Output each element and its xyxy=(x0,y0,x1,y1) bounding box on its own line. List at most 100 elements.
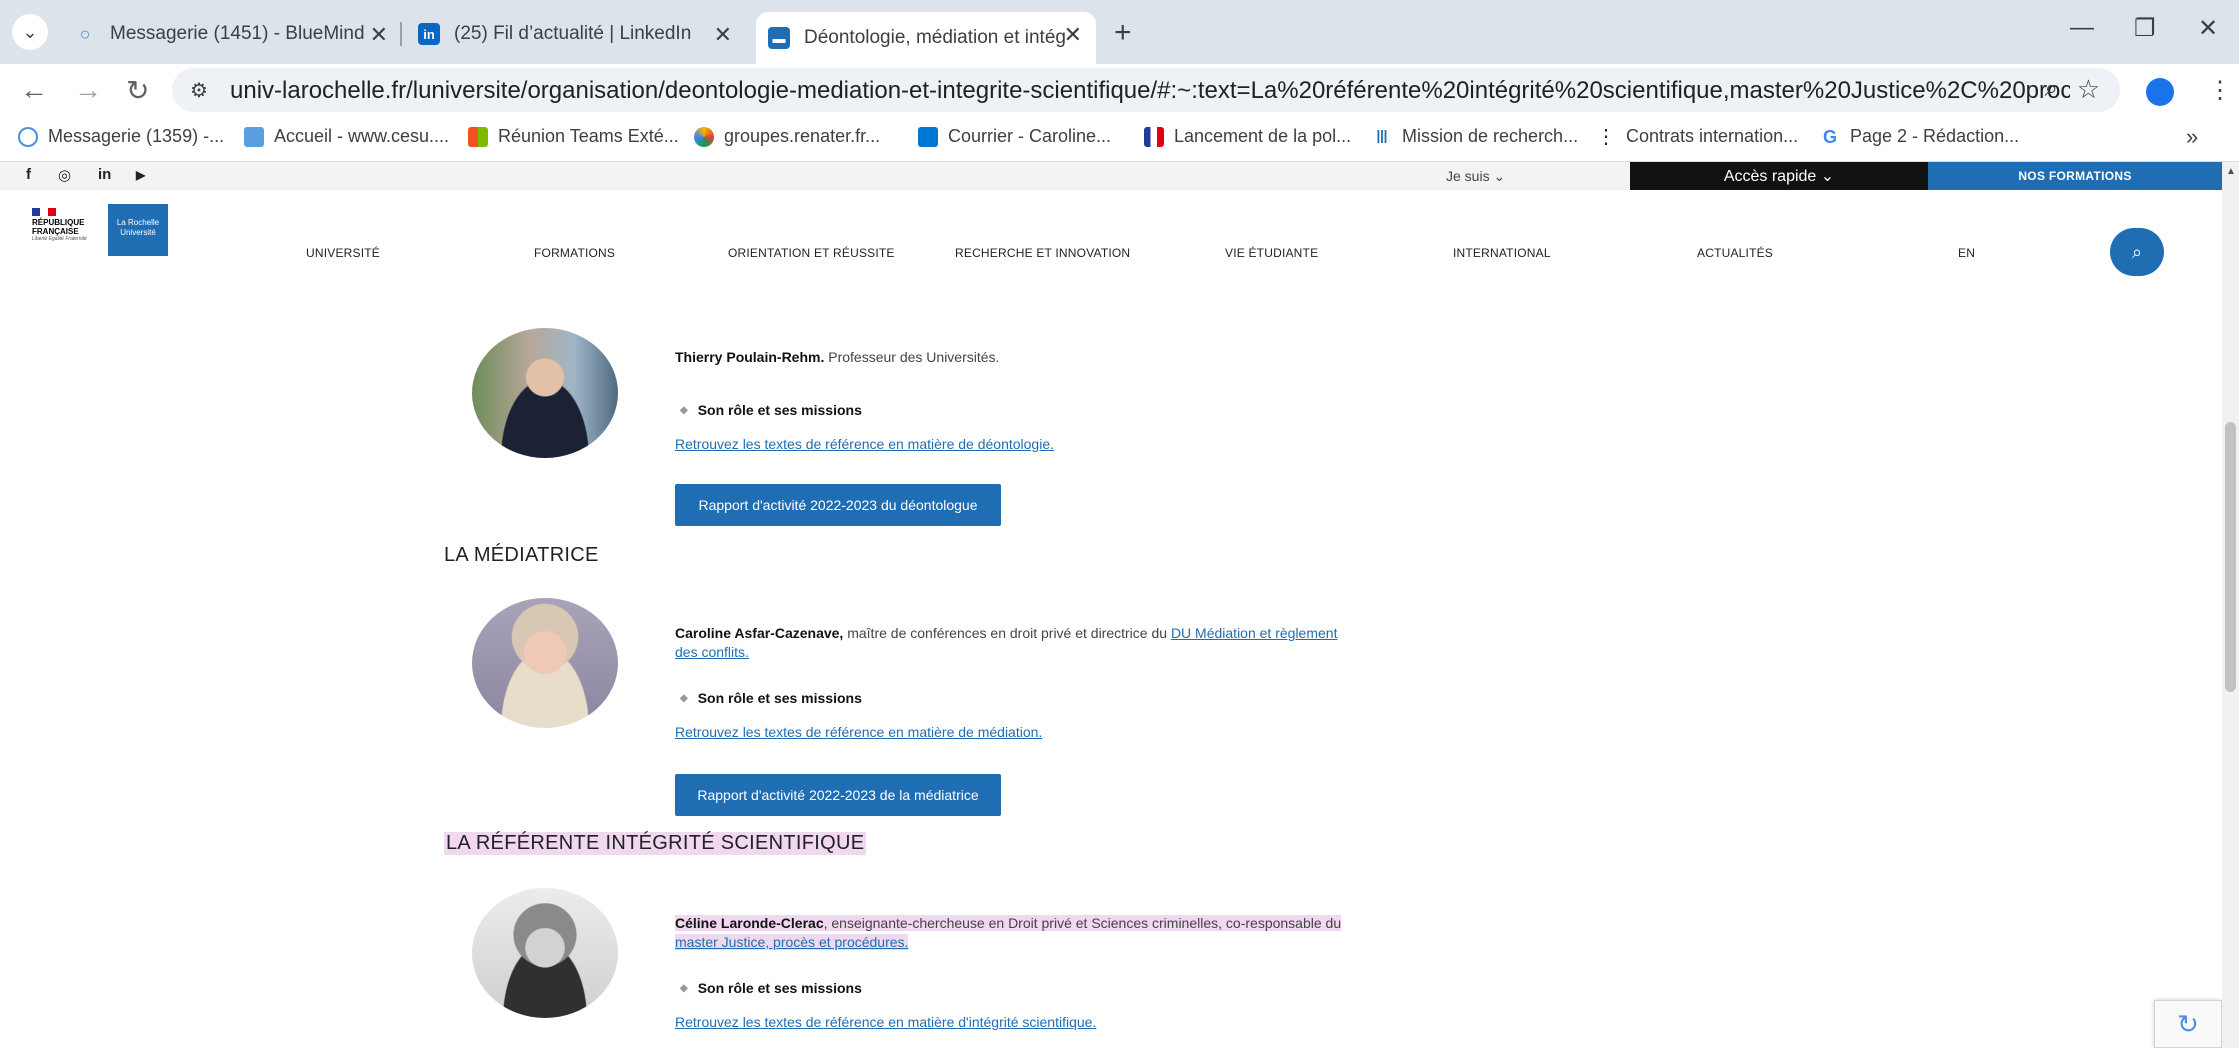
univ-icon: ▬ xyxy=(768,27,790,49)
new-tab-button[interactable]: + xyxy=(1114,16,1132,50)
tab-strip: ⌄ ○ Messagerie (1451) - BlueMind ✕ in (2… xyxy=(0,0,2239,64)
nav-formations[interactable]: FORMATIONS xyxy=(534,246,615,260)
youtube-icon[interactable]: ▶ xyxy=(136,168,145,182)
google-icon: G xyxy=(1822,126,1837,147)
main-navigation: RÉPUBLIQUE FRANÇAISE Liberté Égalité Fra… xyxy=(0,190,2222,278)
site-topbar: f ◎ in ▶ Je suis ⌄ Accès rapide ⌄ NOS FO… xyxy=(0,162,2222,190)
facebook-icon[interactable]: f xyxy=(26,166,31,183)
integrite-ref-link[interactable]: Retrouvez les textes de référence en mat… xyxy=(675,1014,1096,1030)
bookmarks-more-icon[interactable]: » xyxy=(2186,124,2198,150)
web-page: f ◎ in ▶ Je suis ⌄ Accès rapide ⌄ NOS FO… xyxy=(0,162,2222,1048)
photo-caroline-asfar-cazenave xyxy=(472,598,618,728)
tab-search-button[interactable]: ⌄ xyxy=(12,14,48,50)
tab-title: Déontologie, médiation et intég xyxy=(804,27,1066,48)
back-icon[interactable]: ← xyxy=(20,74,48,106)
bookmark-label: Courrier - Caroline... xyxy=(948,126,1112,146)
tab-bluemind[interactable]: ○ Messagerie (1451) - BlueMind ✕ xyxy=(62,12,402,56)
mission-label: Son rôle et ses missions xyxy=(697,980,862,996)
mediatrice-title: maître de conférences en droit privé et … xyxy=(843,625,1171,641)
nav-universite[interactable]: UNIVERSITÉ xyxy=(306,246,380,260)
nav-language-en[interactable]: EN xyxy=(1958,246,1975,260)
search-button[interactable]: ⌕ xyxy=(2110,228,2164,276)
bookmark-item[interactable]: groupes.renater.fr... xyxy=(694,126,880,147)
forward-icon[interactable]: → xyxy=(74,74,102,106)
outlook-icon xyxy=(918,126,938,147)
nos-formations-button[interactable]: NOS FORMATIONS xyxy=(1928,162,2222,190)
diamond-icon: ◆ xyxy=(680,982,688,994)
referente-highlight: Céline Laronde-Clerac, enseignante-cherc… xyxy=(675,915,1342,950)
close-icon[interactable]: ✕ xyxy=(1064,22,1082,48)
nav-recherche[interactable]: RECHERCHE ET INNOVATION xyxy=(955,246,1130,260)
url-text[interactable]: univ-larochelle.fr/luniversite/organisat… xyxy=(230,77,2070,105)
gouv-icon xyxy=(1144,126,1164,147)
page-scrollbar[interactable]: ▲ xyxy=(2222,162,2239,1048)
recaptcha-icon: ↻ xyxy=(2177,1008,2199,1039)
renater-icon xyxy=(694,126,714,147)
profile-avatar[interactable] xyxy=(2146,78,2174,106)
zoom-icon[interactable]: ⌕ xyxy=(2045,75,2058,103)
photo-celine-laronde-clerac xyxy=(472,888,618,1018)
bookmark-item[interactable]: ⋮ Contrats internation... xyxy=(1596,126,1798,147)
master-justice-link[interactable]: master Justice, procès et procédures. xyxy=(675,934,908,950)
referente-mission-toggle[interactable]: ◆ Son rôle et ses missions xyxy=(680,980,862,996)
rapport-deontologue-button[interactable]: Rapport d'activité 2022-2023 du déontolo… xyxy=(675,484,1001,526)
french-flag-icon xyxy=(32,208,56,216)
restore-icon[interactable]: ❐ xyxy=(2134,14,2156,43)
nav-international[interactable]: INTERNATIONAL xyxy=(1453,246,1551,260)
close-icon[interactable]: ✕ xyxy=(714,22,732,48)
rapport-mediatrice-button[interactable]: Rapport d'activité 2022-2023 de la média… xyxy=(675,774,1001,816)
close-icon[interactable]: ✕ xyxy=(370,22,388,48)
linkedin-icon[interactable]: in xyxy=(98,166,111,183)
scroll-up-icon[interactable]: ▲ xyxy=(2226,166,2236,177)
bookmark-label: Page 2 - Rédaction... xyxy=(1850,126,2020,146)
je-suis-dropdown[interactable]: Je suis ⌄ xyxy=(1446,168,1505,185)
diamond-icon: ◆ xyxy=(680,692,688,704)
nav-actualites[interactable]: ACTUALITÉS xyxy=(1697,246,1773,260)
recaptcha-badge[interactable]: ↻ xyxy=(2154,1000,2222,1048)
minimize-icon[interactable]: — xyxy=(2070,14,2094,42)
deontologie-ref-link[interactable]: Retrouvez les textes de référence en mat… xyxy=(675,436,1054,452)
referente-description: Céline Laronde-Clerac, enseignante-cherc… xyxy=(675,914,1345,952)
chevron-down-icon: ⌄ xyxy=(22,21,38,42)
referente-name: Céline Laronde-Clerac xyxy=(675,915,824,931)
univ-la-rochelle-logo[interactable]: La Rochelle Université xyxy=(108,204,168,256)
acces-rapide-button[interactable]: Accès rapide ⌄ xyxy=(1630,162,1928,190)
bookmark-item[interactable]: G Page 2 - Rédaction... xyxy=(1820,126,2019,147)
linkedin-icon: in xyxy=(418,23,440,45)
bookmark-label: Messagerie (1359) -... xyxy=(48,126,225,146)
instagram-icon[interactable]: ◎ xyxy=(58,166,71,184)
bookmark-label: Réunion Teams Exté... xyxy=(498,126,679,146)
mediation-ref-link[interactable]: Retrouvez les textes de référence en mat… xyxy=(675,724,1042,740)
more-menu-icon[interactable]: ⋮ xyxy=(2208,76,2232,105)
site-settings-icon[interactable]: ⚙ xyxy=(190,78,208,103)
nav-orientation[interactable]: ORIENTATION ET RÉUSSITE xyxy=(728,246,895,260)
bookmark-item[interactable]: Courrier - Caroline... xyxy=(918,126,1111,147)
bookmark-item[interactable]: Accueil - www.cesu.... xyxy=(244,126,449,147)
republique-francaise-logo[interactable]: RÉPUBLIQUE FRANÇAISE Liberté Égalité Fra… xyxy=(32,208,94,256)
mediatrice-mission-toggle[interactable]: ◆ Son rôle et ses missions xyxy=(680,690,862,706)
tab-linkedin[interactable]: in (25) Fil d’actualité | LinkedIn ✕ xyxy=(406,12,746,56)
nav-vie-etudiante[interactable]: VIE ÉTUDIANTE xyxy=(1225,246,1318,260)
tab-title: (25) Fil d’actualité | LinkedIn xyxy=(454,23,692,44)
close-window-icon[interactable]: ✕ xyxy=(2198,14,2218,43)
scrollbar-thumb[interactable] xyxy=(2225,422,2236,692)
mediatrice-name: Caroline Asfar-Cazenave, xyxy=(675,625,844,641)
bookmarks-bar: Messagerie (1359) -... Accueil - www.ces… xyxy=(0,116,2239,162)
section-title-mediatrice: LA MÉDIATRICE xyxy=(444,544,599,566)
rf-text: RÉPUBLIQUE FRANÇAISE xyxy=(32,218,85,236)
cesu-icon xyxy=(244,126,264,147)
bluemind-icon xyxy=(18,126,38,147)
bluemind-icon: ○ xyxy=(79,23,91,44)
deontologue-mission-toggle[interactable]: ◆ Son rôle et ses missions xyxy=(680,402,862,418)
bookmark-item[interactable]: Réunion Teams Exté... xyxy=(468,126,679,147)
star-icon[interactable]: ☆ xyxy=(2077,74,2100,105)
tab-separator xyxy=(400,22,402,46)
tab-deontologie[interactable]: ▬ Déontologie, médiation et intég ✕ xyxy=(756,12,1096,64)
reload-icon[interactable]: ↻ xyxy=(126,74,149,107)
bookmark-item[interactable]: Lancement de la pol... xyxy=(1144,126,1351,147)
bookmark-item[interactable]: Ⅲ Mission de recherch... xyxy=(1372,126,1578,147)
diamond-icon: ◆ xyxy=(680,404,688,416)
rf-motto: Liberté Égalité Fraternité xyxy=(32,236,87,242)
address-bar[interactable]: ⚙ univ-larochelle.fr/luniversite/organis… xyxy=(172,68,2120,112)
bookmark-item[interactable]: Messagerie (1359) -... xyxy=(18,126,224,147)
